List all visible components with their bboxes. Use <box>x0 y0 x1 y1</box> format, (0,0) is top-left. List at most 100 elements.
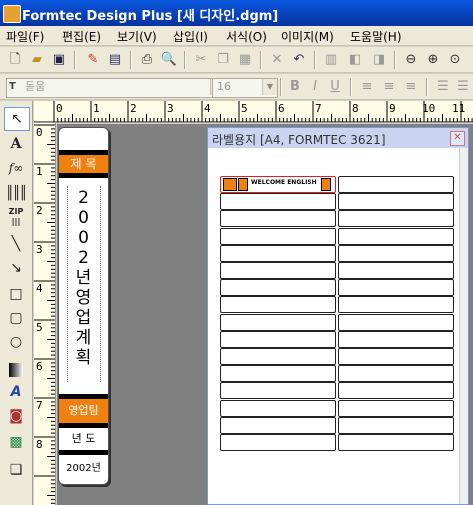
new-document-icon[interactable]: 🗋 <box>6 51 24 69</box>
bring-front-icon[interactable]: ◧ <box>346 51 364 69</box>
close-icon[interactable]: ✕ <box>450 131 465 146</box>
ruler-label: 0 <box>36 126 43 139</box>
select-arrow-icon[interactable]: ↖ <box>4 107 30 131</box>
label-cell[interactable] <box>338 348 454 365</box>
label-cell[interactable] <box>338 296 454 314</box>
label-cell[interactable] <box>338 399 454 417</box>
ruler-label: 9 <box>389 102 396 115</box>
print-icon[interactable]: ⎙ <box>138 51 156 69</box>
menu-help[interactable]: 도움말(H) <box>350 28 402 45</box>
zoom-out-icon[interactable]: ⊖ <box>402 51 420 69</box>
save-icon[interactable]: ▣ <box>50 51 68 69</box>
label-cell[interactable] <box>338 416 454 434</box>
layout-icon[interactable]: ▤ <box>106 51 124 69</box>
label-cell[interactable] <box>338 244 454 262</box>
page-setup-icon[interactable]: ✎ <box>84 51 102 69</box>
chevron-down-icon[interactable]: ▼ <box>262 79 277 95</box>
menu-view[interactable]: 보기(V) <box>117 28 157 45</box>
line-spacing-icon[interactable]: ☰ <box>454 78 472 96</box>
label-cell[interactable] <box>220 193 336 211</box>
label-cell[interactable] <box>220 210 336 228</box>
label-cell[interactable] <box>220 262 336 279</box>
gradient-icon[interactable] <box>9 363 23 377</box>
ruler-label: 1 <box>36 165 43 178</box>
zip-code-icon[interactable]: ZIP ||| <box>4 207 28 229</box>
label-cell[interactable] <box>220 348 336 365</box>
label-cell[interactable] <box>338 227 454 245</box>
selected-label-text: WELCOME ENGLISHWORLD NOON <box>251 179 317 186</box>
underline-icon[interactable]: U <box>326 78 344 96</box>
label-cell[interactable] <box>338 330 454 348</box>
rectangle-tool-icon[interactable]: □ <box>4 283 28 305</box>
label-cell[interactable] <box>338 313 454 331</box>
rounded-rect-icon[interactable]: ▢ <box>4 307 28 329</box>
italic-icon[interactable]: I <box>306 78 324 96</box>
text-tool-icon[interactable]: A <box>4 133 28 155</box>
label-sheet-window[interactable]: 라벨용지 [A4, FORMTEC 3621] ✕ WELCOME ENGLIS… <box>207 127 469 505</box>
ruler-label: 7 <box>36 399 43 412</box>
zoom-in-icon[interactable]: ⊕ <box>424 51 442 69</box>
label-cell[interactable] <box>220 365 336 383</box>
align-right-icon[interactable]: ≡ <box>402 78 420 96</box>
properties-icon[interactable]: ▥ <box>322 51 340 69</box>
barcode-icon[interactable]: ║║║ <box>4 183 28 205</box>
label-cell[interactable] <box>338 210 454 228</box>
label-cell[interactable] <box>220 416 336 434</box>
label-cell[interactable] <box>220 330 336 348</box>
label-cell[interactable]: WELCOME ENGLISHWORLD NOON <box>220 176 336 193</box>
group-icon[interactable]: ❏ <box>4 459 28 481</box>
label-window-titlebar[interactable]: 라벨용지 [A4, FORMTEC 3621] ✕ <box>208 128 468 148</box>
label-cell[interactable] <box>220 296 336 314</box>
align-left-icon[interactable]: ≡ <box>358 78 376 96</box>
menu-edit[interactable]: 편집(E) <box>62 28 101 45</box>
format-toolbar: T 돋움 ▼ 16 ▼ B I U ≡ ≡ ≡ ☰ ☰ <box>0 74 473 100</box>
label-cell[interactable] <box>220 399 336 417</box>
clipart-icon[interactable]: ◙ <box>4 405 28 427</box>
ruler-label: 3 <box>36 243 43 256</box>
line-tool-icon[interactable]: ╲ <box>4 233 28 255</box>
label-cell[interactable] <box>220 382 336 400</box>
zoom-fit-icon[interactable]: ⊙ <box>446 51 464 69</box>
formula-tool-icon[interactable]: f∞ <box>4 157 28 179</box>
ruler-label: 7 <box>315 102 322 115</box>
label-cell[interactable] <box>220 434 336 451</box>
label-cell[interactable] <box>338 262 454 279</box>
wordart-icon[interactable]: A <box>4 381 28 403</box>
spine-label[interactable]: 제 목 2 0 0 2 년 영 업 계 획 영업팀 년 도 2002년 <box>58 127 109 485</box>
menu-file[interactable]: 파일(F) <box>6 28 44 45</box>
paste-icon[interactable]: ▦ <box>236 51 254 69</box>
label-cell[interactable] <box>220 244 336 262</box>
label-cell[interactable] <box>338 193 454 211</box>
spine-team: 영업팀 <box>59 399 108 423</box>
align-center-icon[interactable]: ≡ <box>380 78 398 96</box>
ellipse-tool-icon[interactable]: ○ <box>4 331 28 353</box>
arrow-line-icon[interactable]: ↘ <box>4 257 28 279</box>
font-name-select[interactable]: T 돋움 ▼ <box>6 78 226 98</box>
label-color-swatch <box>321 178 331 191</box>
menu-insert[interactable]: 삽입(I) <box>173 28 208 45</box>
send-back-icon[interactable]: ◨ <box>370 51 388 69</box>
window-scrollbar[interactable] <box>459 148 468 504</box>
label-cell[interactable] <box>338 365 454 383</box>
spine-year-label: 년 도 <box>71 432 96 445</box>
menu-image[interactable]: 이미지(M) <box>281 28 334 45</box>
label-cell[interactable] <box>220 313 336 331</box>
bold-icon[interactable]: B <box>286 78 304 96</box>
label-cell[interactable] <box>220 279 336 297</box>
label-cell[interactable] <box>338 279 454 297</box>
font-name-value: 돋움 <box>25 80 46 93</box>
menu-format[interactable]: 서식(O) <box>226 28 267 45</box>
image-icon[interactable]: ▩ <box>4 431 28 453</box>
label-cell[interactable] <box>338 382 454 400</box>
undo-icon[interactable]: ↶ <box>290 51 308 69</box>
justify-icon[interactable]: ☰ <box>434 78 452 96</box>
open-folder-icon[interactable]: ▰ <box>28 51 46 69</box>
copy-icon[interactable]: ❐ <box>214 51 232 69</box>
label-cell[interactable] <box>338 176 454 193</box>
label-cell[interactable] <box>220 227 336 245</box>
label-cell[interactable] <box>338 434 454 451</box>
delete-icon[interactable]: ✕ <box>268 51 286 69</box>
cut-icon[interactable]: ✂ <box>192 51 210 69</box>
font-size-select[interactable]: 16 ▼ <box>212 78 278 98</box>
print-preview-icon[interactable]: 🔍 <box>160 51 178 69</box>
